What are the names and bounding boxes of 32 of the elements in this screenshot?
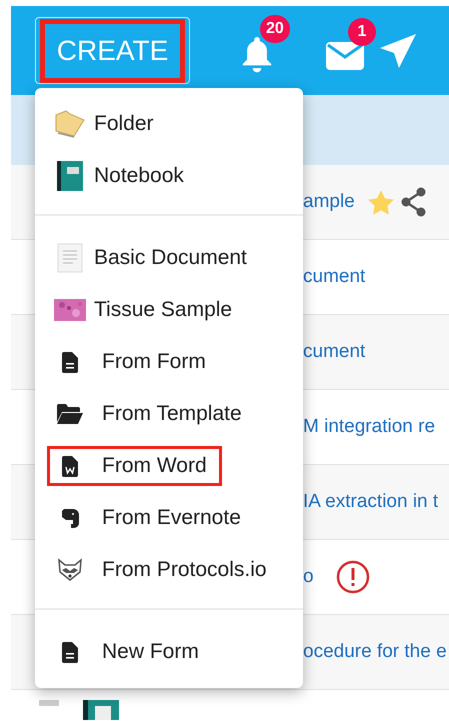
notebook-icon — [83, 700, 119, 720]
menu-item[interactable]: New Form — [47, 632, 214, 672]
folder-icon — [54, 109, 86, 139]
form-file-icon — [62, 642, 78, 662]
menu-item[interactable]: From Template — [47, 394, 257, 434]
entry-name[interactable]: cument — [303, 338, 366, 366]
menu-item[interactable]: From Form — [47, 342, 221, 382]
notebook-icon — [57, 161, 83, 191]
menu-item[interactable]: From Word — [47, 446, 222, 486]
document-icon — [57, 243, 83, 273]
menu-item[interactable]: Notebook — [47, 156, 199, 196]
menu-item[interactable]: Folder — [47, 104, 169, 144]
share-icon[interactable] — [400, 187, 427, 217]
entry-name[interactable]: cument — [303, 262, 366, 292]
menu-item[interactable]: Basic Document — [47, 238, 262, 278]
tissue-image-icon — [54, 299, 86, 321]
word-file-icon — [62, 456, 78, 476]
folder-open-icon — [57, 404, 83, 424]
menu-item[interactable]: Tissue Sample — [47, 290, 248, 330]
menu-item[interactable]: From Protocols.io — [47, 550, 282, 590]
entry-name[interactable]: M integration re — [303, 412, 436, 442]
entry-name[interactable]: IA extraction in t — [303, 488, 438, 516]
menu-item[interactable]: From Evernote — [47, 498, 256, 538]
notification-count-badge: 20 — [260, 14, 290, 42]
entry-name[interactable]: ocedure for the e — [303, 638, 447, 666]
row-icon — [39, 700, 59, 706]
form-file-icon — [62, 352, 78, 372]
mail-icon[interactable] — [326, 42, 364, 70]
bell-icon[interactable] — [240, 34, 274, 72]
entry-name[interactable]: o — [303, 562, 314, 592]
message-count-badge: 1 — [348, 18, 376, 46]
entry-name[interactable]: ample — [303, 188, 355, 216]
